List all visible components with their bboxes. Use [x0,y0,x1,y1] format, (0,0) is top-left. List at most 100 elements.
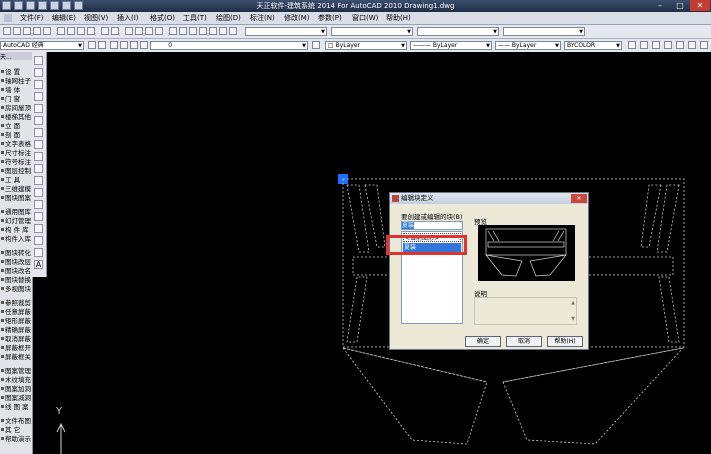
sun-icon[interactable] [120,41,128,49]
menu-elevation[interactable]: 立 面 [0,122,32,131]
region-icon[interactable] [34,248,43,257]
menu-dimension[interactable]: 尺寸标注 [0,149,32,158]
table-style-combo[interactable]: ▼ [417,27,499,36]
layer-color-icon[interactable] [140,41,148,49]
line-icon[interactable] [34,56,43,65]
close-button[interactable]: ✕ [690,0,710,11]
menu-symbol[interactable]: 符号标注 [0,158,32,167]
save-icon[interactable] [23,27,31,35]
menu-3d-model[interactable]: 三维建模 [0,185,32,194]
pan-icon[interactable] [125,27,133,35]
menu-layer-control[interactable]: 图层控制 [0,167,32,176]
ellipse-icon[interactable] [34,164,43,173]
toolbar-icon-b[interactable] [640,41,648,49]
zoom-realtime-icon[interactable] [135,27,143,35]
menu-mask-frame-off[interactable]: 屏蔽框关 [0,353,32,362]
dialog-close-button[interactable]: ✕ [571,194,587,203]
menu-wood-fill[interactable]: 木纹填充 [0,376,32,385]
menu-door-window[interactable]: 门 窗 [0,95,32,104]
menu-line-pattern[interactable]: 线 图 案 [0,403,32,412]
make-current-layer-icon[interactable] [312,41,320,49]
menu-component-import[interactable]: 构件入库 [0,235,32,244]
multiline-text-icon[interactable]: A [34,260,43,269]
hatch-icon[interactable] [34,224,43,233]
menu-tools[interactable]: 工 具 [0,176,32,185]
zoom-window-icon[interactable] [145,27,153,35]
layer-combo[interactable]: 0 ▼ [150,41,308,50]
menu-room-roof[interactable]: 房间屋顶 [0,104,32,113]
workspace-settings-icon[interactable] [88,41,96,49]
multileader-style-combo[interactable]: ▼ [503,27,585,36]
menu-block-replace[interactable]: 图块替换 [0,276,32,285]
toolbar-icon-a[interactable] [628,41,636,49]
lightbulb-icon[interactable] [110,41,118,49]
menu-help-demo[interactable]: 帮助演示 [0,435,32,444]
arc-icon[interactable] [34,116,43,125]
tool-palettes-icon[interactable] [189,27,197,35]
plot-preview-icon[interactable] [43,27,51,35]
workspace-combo[interactable]: AutoCAD 经典 ▼ [0,41,84,50]
menu-help[interactable]: 帮助(H) [386,13,411,23]
polygon-icon[interactable] [34,92,43,101]
dim-style-combo[interactable]: ▼ [331,27,413,36]
point-icon[interactable] [34,212,43,221]
menu-slide-manager[interactable]: 幻灯管理 [0,217,32,226]
gradient-icon[interactable] [34,236,43,245]
menu-arbitrary-mask[interactable]: 任意屏蔽 [0,308,32,317]
menu-axis-column[interactable]: 轴网柱子 [0,77,32,86]
plotstyle-combo[interactable]: BYCOLOR ▼ [564,41,622,50]
menu-rect-mask[interactable]: 矩形屏蔽 [0,317,32,326]
layer-manager-icon[interactable] [98,41,106,49]
undo-icon[interactable] [101,27,109,35]
scroll-down-icon[interactable]: ▼ [571,316,575,322]
menu-settings[interactable]: 设 置 [0,68,32,77]
menu-window[interactable]: 窗口(W) [352,13,378,23]
ok-button[interactable]: 确定 [465,336,501,347]
menu-view[interactable]: 视图(V) [84,13,108,23]
lock-icon[interactable] [130,41,138,49]
circle-icon[interactable] [34,128,43,137]
menu-pattern-remove-hole[interactable]: 图案减洞 [0,394,32,403]
menu-section[interactable]: 剖 面 [0,131,32,140]
menu-draw[interactable]: 绘图(D) [216,13,241,23]
calculator-icon[interactable] [219,27,227,35]
menu-insert[interactable]: 插入(I) [117,13,139,23]
menu-xref-clip[interactable]: 参照裁剪 [0,299,32,308]
copy-icon[interactable] [67,27,75,35]
menu-wall[interactable]: 墙 体 [0,86,32,95]
redo-icon[interactable] [111,27,119,35]
lineweight-combo[interactable]: —— ByLayer ▼ [495,41,561,50]
menu-block-rename[interactable]: 图块改名 [0,267,32,276]
paste-icon[interactable] [77,27,85,35]
menu-block-pattern[interactable]: 图块图案 [0,194,32,203]
menu-precise-mask[interactable]: 精确屏蔽 [0,326,32,335]
maximize-button[interactable]: □ [670,0,690,11]
menu-file[interactable]: 文件(F) [20,13,44,23]
cut-icon[interactable] [57,27,65,35]
menu-cancel-mask[interactable]: 取消屏蔽 [0,335,32,344]
toolbar-icon-g[interactable] [700,41,708,49]
menu-text-table[interactable]: 文字表格 [0,140,32,149]
toolbar-icon-d[interactable] [664,41,672,49]
scroll-up-icon[interactable]: ▲ [571,300,575,306]
ellipse-arc-icon[interactable] [34,176,43,185]
toolbar-icon-c[interactable] [652,41,660,49]
make-block-icon[interactable] [34,200,43,209]
polyline-icon[interactable] [34,80,43,89]
toolbar-icon-f[interactable] [688,41,696,49]
menu-file-layout[interactable]: 文件布图 [0,417,32,426]
menu-dimension[interactable]: 标注(N) [250,13,275,23]
new-icon[interactable] [3,27,11,35]
construction-line-icon[interactable] [34,68,43,77]
help-button[interactable]: 帮助(H) [547,336,583,347]
menu-pattern-manage[interactable]: 图案管理 [0,367,32,376]
menu-other[interactable]: 其 它 [0,426,32,435]
menu-modify[interactable]: 修改(M) [284,13,310,23]
text-style-combo[interactable]: ▼ [245,27,327,36]
drawing-canvas[interactable]: Y [47,52,711,454]
match-properties-icon[interactable] [87,27,95,35]
menu-parameters[interactable]: 参数(P) [318,13,342,23]
menu-general-library[interactable]: 通用图库 [0,208,32,217]
design-center-icon[interactable] [179,27,187,35]
menu-pattern-add-hole[interactable]: 图案加洞 [0,385,32,394]
